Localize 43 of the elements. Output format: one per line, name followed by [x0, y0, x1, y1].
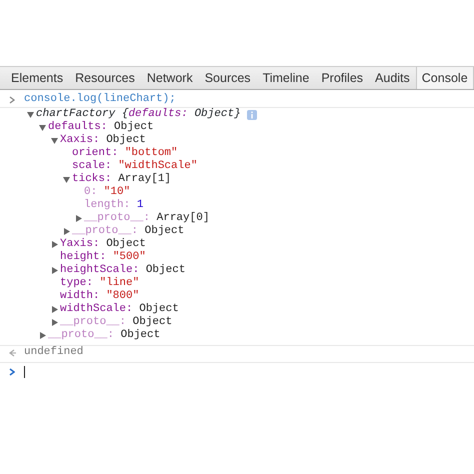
expand-arrow-icon[interactable]: [74, 215, 82, 222]
property-entry: width: "800": [60, 290, 140, 303]
property-entry: __proto__: Object: [72, 225, 184, 238]
expand-arrow-icon[interactable]: [62, 228, 70, 235]
devtools-tab[interactable]: Console: [416, 67, 474, 89]
devtools-tab[interactable]: Audits: [369, 67, 416, 89]
expand-arrow-icon[interactable]: [38, 332, 46, 339]
object-preview: chartFactory {defaults: Object}: [36, 108, 241, 121]
property-entry: 0: "10": [84, 186, 130, 199]
property-entry: type: "line": [60, 277, 140, 290]
expand-arrow-icon[interactable]: [50, 137, 58, 144]
prompt-chevron-icon: [9, 368, 15, 376]
expand-arrow-icon[interactable]: [50, 267, 58, 274]
devtools-tab[interactable]: Network: [140, 67, 199, 89]
property-entry: __proto__: Object: [60, 316, 172, 329]
property-entry: Yaxis: Object: [60, 238, 146, 251]
property-entry: length: 1: [84, 199, 144, 212]
property-entry: height: "500": [60, 251, 146, 264]
expand-arrow-icon[interactable]: [50, 319, 58, 326]
expand-arrow-icon[interactable]: [62, 176, 70, 183]
property-entry: widthScale: Object: [60, 303, 179, 316]
devtools-tab[interactable]: Elements: [5, 67, 70, 89]
property-entry: Xaxis: Object: [60, 134, 146, 147]
property-entry: __proto__: Object: [48, 329, 160, 342]
expand-arrow-icon[interactable]: [50, 306, 58, 313]
property-entry: scale: "widthScale": [72, 160, 198, 173]
prompt-chevron-icon: [9, 96, 15, 104]
result-arrow-icon: [8, 348, 16, 356]
expand-arrow-icon[interactable]: [38, 124, 46, 131]
property-entry: defaults: Object: [48, 121, 154, 134]
expand-arrow-icon[interactable]: [50, 241, 58, 248]
console-input-text: console.log(lineChart);: [24, 93, 176, 106]
devtools-tab[interactable]: Timeline: [256, 67, 316, 89]
devtools-tab[interactable]: Resources: [69, 67, 141, 89]
property-entry: heightScale: Object: [60, 264, 186, 277]
result-text: undefined: [24, 346, 84, 359]
property-entry: orient: "bottom": [72, 147, 178, 160]
property-entry: ticks: Array[1]: [72, 173, 172, 186]
devtools-tab[interactable]: Sources: [198, 67, 257, 89]
property-entry: __proto__: Array[0]: [84, 212, 210, 225]
text-cursor: [24, 366, 25, 378]
devtools-tab[interactable]: Profiles: [315, 67, 370, 89]
expand-arrow-icon[interactable]: [26, 111, 34, 118]
